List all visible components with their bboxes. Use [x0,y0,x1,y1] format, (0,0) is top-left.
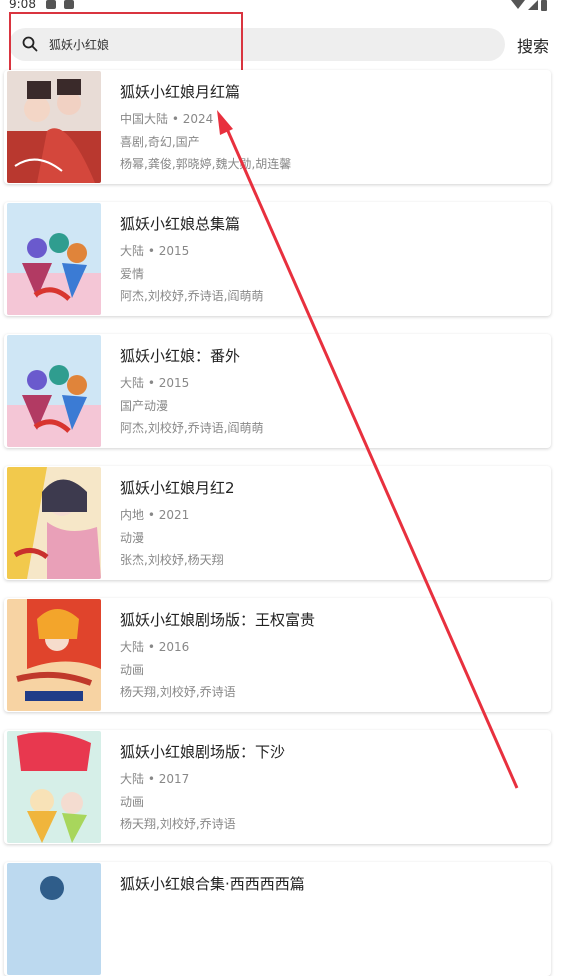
result-card[interactable]: 狐妖小红娘剧场版：王权富贵 大陆 • 2016 动画 杨天翔,刘校妤,乔诗语 [4,598,551,712]
status-bar: 9:08 [0,0,563,16]
result-title: 狐妖小红娘剧场版：王权富贵 [120,611,316,629]
result-meta: 大陆 • 2015 [120,244,190,258]
search-input[interactable] [49,34,489,54]
result-title: 狐妖小红娘月红篇 [120,83,241,101]
result-cast: 阿杰,刘校妤,乔诗语,阎萌萌 [120,421,264,435]
search-icon [22,36,38,52]
result-genre: 国产动漫 [120,399,169,413]
poster-image [7,335,101,447]
result-title: 狐妖小红娘剧场版：下沙 [120,743,286,761]
search-bar: 搜索 [0,24,563,64]
result-genre: 喜剧,奇幻,国产 [120,135,200,149]
result-meta: 大陆 • 2017 [120,772,190,786]
notification-icon [46,0,56,9]
result-meta: 内地 • 2021 [120,508,190,522]
wifi-icon [511,0,525,9]
system-icons [511,0,547,11]
result-meta: 大陆 • 2016 [120,640,190,654]
result-title: 狐妖小红娘：番外 [120,347,241,365]
result-genre: 爱情 [120,267,145,281]
result-title: 狐妖小红娘月红2 [120,479,235,497]
result-meta: 中国大陆 • 2024 [120,112,214,126]
result-genre: 动画 [120,663,145,677]
result-cast: 张杰,刘校妤,杨天翔 [120,553,224,567]
result-card[interactable]: 狐妖小红娘：番外 大陆 • 2015 国产动漫 阿杰,刘校妤,乔诗语,阎萌萌 [4,334,551,448]
poster-image [7,203,101,315]
status-time: 9:08 [9,0,36,11]
poster-image [7,863,101,975]
poster-image [7,731,101,843]
battery-icon [541,0,547,11]
app-notification-icon [64,0,74,9]
notification-icons [46,0,74,9]
signal-icon [528,0,538,10]
result-cast: 杨天翔,刘校妤,乔诗语 [120,685,236,699]
result-title: 狐妖小红娘合集·西西西西篇 [120,875,305,893]
poster-image [7,71,101,183]
result-card[interactable]: 狐妖小红娘剧场版：下沙 大陆 • 2017 动画 杨天翔,刘校妤,乔诗语 [4,730,551,844]
result-card[interactable]: 狐妖小红娘总集篇 大陆 • 2015 爱情 阿杰,刘校妤,乔诗语,阎萌萌 [4,202,551,316]
result-cast: 杨幂,龚俊,郭晓婷,魏大勋,胡连馨 [120,157,292,171]
result-card[interactable]: 狐妖小红娘月红篇 中国大陆 • 2024 喜剧,奇幻,国产 杨幂,龚俊,郭晓婷,… [4,70,551,184]
result-cast: 阿杰,刘校妤,乔诗语,阎萌萌 [120,289,264,303]
result-card[interactable]: 狐妖小红娘月红2 内地 • 2021 动漫 张杰,刘校妤,杨天翔 [4,466,551,580]
result-genre: 动画 [120,795,145,809]
result-genre: 动漫 [120,531,145,545]
poster-image [7,467,101,579]
result-meta: 大陆 • 2015 [120,376,190,390]
result-title: 狐妖小红娘总集篇 [120,215,241,233]
poster-image [7,599,101,711]
search-box[interactable] [9,28,505,61]
search-button[interactable]: 搜索 [517,33,549,57]
result-cast: 杨天翔,刘校妤,乔诗语 [120,817,236,831]
result-card[interactable]: 狐妖小红娘合集·西西西西篇 [4,862,551,976]
